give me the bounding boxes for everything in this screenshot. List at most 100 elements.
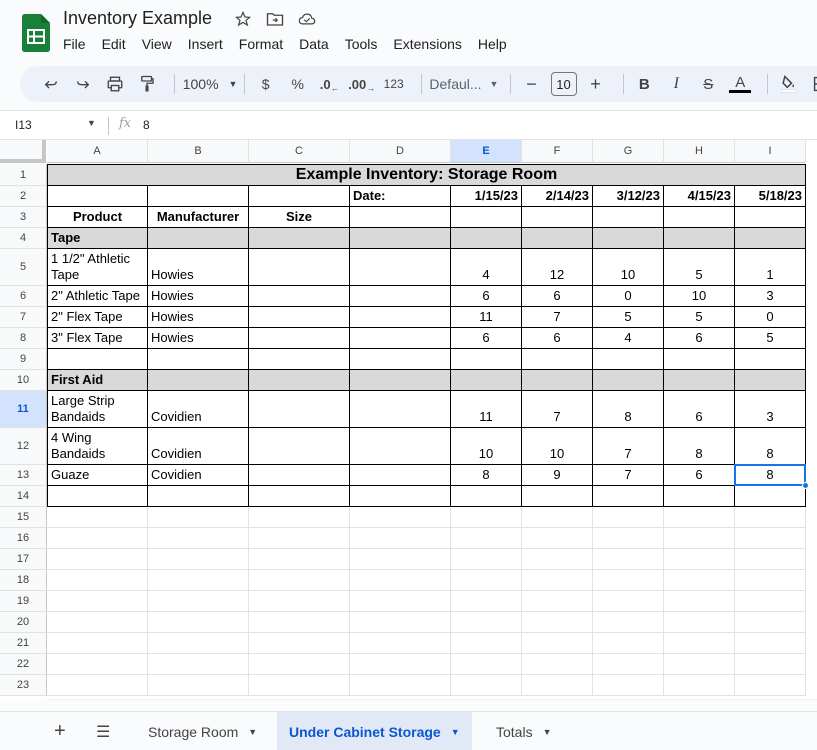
bold-button[interactable]: B [631,70,657,98]
name-box[interactable]: I13 [15,118,32,132]
row-header-1[interactable]: 1 [0,164,47,186]
cell[interactable] [350,570,451,591]
count-cell[interactable]: 6 [522,328,593,349]
menu-edit[interactable]: Edit [94,35,134,53]
cell[interactable] [249,612,350,633]
column-header-g[interactable]: G [593,140,664,163]
cell[interactable] [593,633,664,654]
count-cell[interactable]: 11 [451,391,522,428]
increase-decimal-button[interactable]: .00 → [348,70,375,98]
product-cell[interactable]: 4 Wing Bandaids [47,428,148,465]
column-header-c[interactable]: C [249,140,350,163]
cell[interactable] [47,349,148,370]
count-cell[interactable]: 6 [664,328,735,349]
cell[interactable] [664,633,735,654]
cell[interactable] [735,633,806,654]
cell[interactable] [664,591,735,612]
size-cell[interactable] [249,391,350,428]
cell[interactable] [664,549,735,570]
cell[interactable] [522,633,593,654]
cell[interactable] [522,349,593,370]
cell[interactable] [451,570,522,591]
cell[interactable] [593,570,664,591]
cell[interactable] [47,486,148,507]
cell[interactable] [249,654,350,675]
cell[interactable] [249,591,350,612]
cell[interactable] [47,186,148,207]
cell[interactable] [664,654,735,675]
cell[interactable] [735,370,806,391]
cell[interactable] [451,370,522,391]
cell[interactable] [593,207,664,228]
cell[interactable] [451,591,522,612]
count-cell[interactable]: 3 [735,286,806,307]
print-icon[interactable] [102,70,128,98]
row-header-8[interactable]: 8 [0,328,47,349]
column-header-b[interactable]: B [148,140,249,163]
row-header-21[interactable]: 21 [0,633,47,654]
cell[interactable] [148,486,249,507]
menu-format[interactable]: Format [231,35,291,53]
cell[interactable] [522,207,593,228]
cloud-saved-icon[interactable] [298,10,316,28]
count-cell[interactable]: 4 [451,249,522,286]
row-header-18[interactable]: 18 [0,570,47,591]
date-header-cell[interactable]: 5/18/23 [735,186,806,207]
cell[interactable] [522,486,593,507]
cell[interactable] [735,528,806,549]
count-cell[interactable]: 8 [735,465,806,486]
decrease-decimal-button[interactable]: .0 ← [317,70,343,98]
count-cell[interactable]: 5 [593,307,664,328]
count-cell[interactable]: 5 [735,328,806,349]
row-header-19[interactable]: 19 [0,591,47,612]
cell[interactable] [350,286,451,307]
document-title[interactable]: Inventory Example [63,8,212,29]
cell[interactable] [47,570,148,591]
redo-icon[interactable] [70,70,96,98]
row-header-2[interactable]: 2 [0,186,47,207]
italic-button[interactable]: I [663,70,689,98]
count-cell[interactable]: 5 [664,307,735,328]
date-label-cell[interactable]: Date: [350,186,451,207]
row-header-13[interactable]: 13 [0,465,47,486]
count-cell[interactable]: 7 [593,428,664,465]
count-cell[interactable]: 11 [451,307,522,328]
product-cell[interactable]: Large Strip Bandaids [47,391,148,428]
cell[interactable] [593,528,664,549]
menu-help[interactable]: Help [470,35,515,53]
row-header-3[interactable]: 3 [0,207,47,228]
fill-color-icon[interactable] [776,70,802,98]
cell[interactable] [451,633,522,654]
cell[interactable] [47,612,148,633]
formula-input[interactable]: 8 [143,118,150,132]
cell[interactable] [249,349,350,370]
cell[interactable] [249,675,350,696]
horizontal-scrollbar[interactable] [47,699,817,700]
cell[interactable] [350,549,451,570]
cell[interactable] [664,528,735,549]
cell[interactable] [249,633,350,654]
manufacturer-cell[interactable]: Howies [148,328,249,349]
strikethrough-button[interactable]: S [695,70,721,98]
number-format-button[interactable]: 123 [381,70,407,98]
move-to-folder-icon[interactable] [266,10,284,28]
undo-icon[interactable] [38,70,64,98]
row-header-6[interactable]: 6 [0,286,47,307]
cell[interactable] [522,570,593,591]
text-color-button[interactable]: A [727,70,753,98]
row-header-7[interactable]: 7 [0,307,47,328]
count-cell[interactable]: 6 [451,328,522,349]
column-title-cell[interactable]: Manufacturer [148,207,249,228]
cell[interactable] [593,349,664,370]
cell[interactable] [593,654,664,675]
cell[interactable] [350,465,451,486]
cell[interactable] [593,675,664,696]
size-cell[interactable] [249,249,350,286]
cell[interactable] [47,507,148,528]
cell[interactable] [249,570,350,591]
cell[interactable] [451,207,522,228]
product-cell[interactable]: 2" Athletic Tape [47,286,148,307]
cell[interactable] [735,612,806,633]
cell[interactable] [249,486,350,507]
menu-data[interactable]: Data [291,35,337,53]
